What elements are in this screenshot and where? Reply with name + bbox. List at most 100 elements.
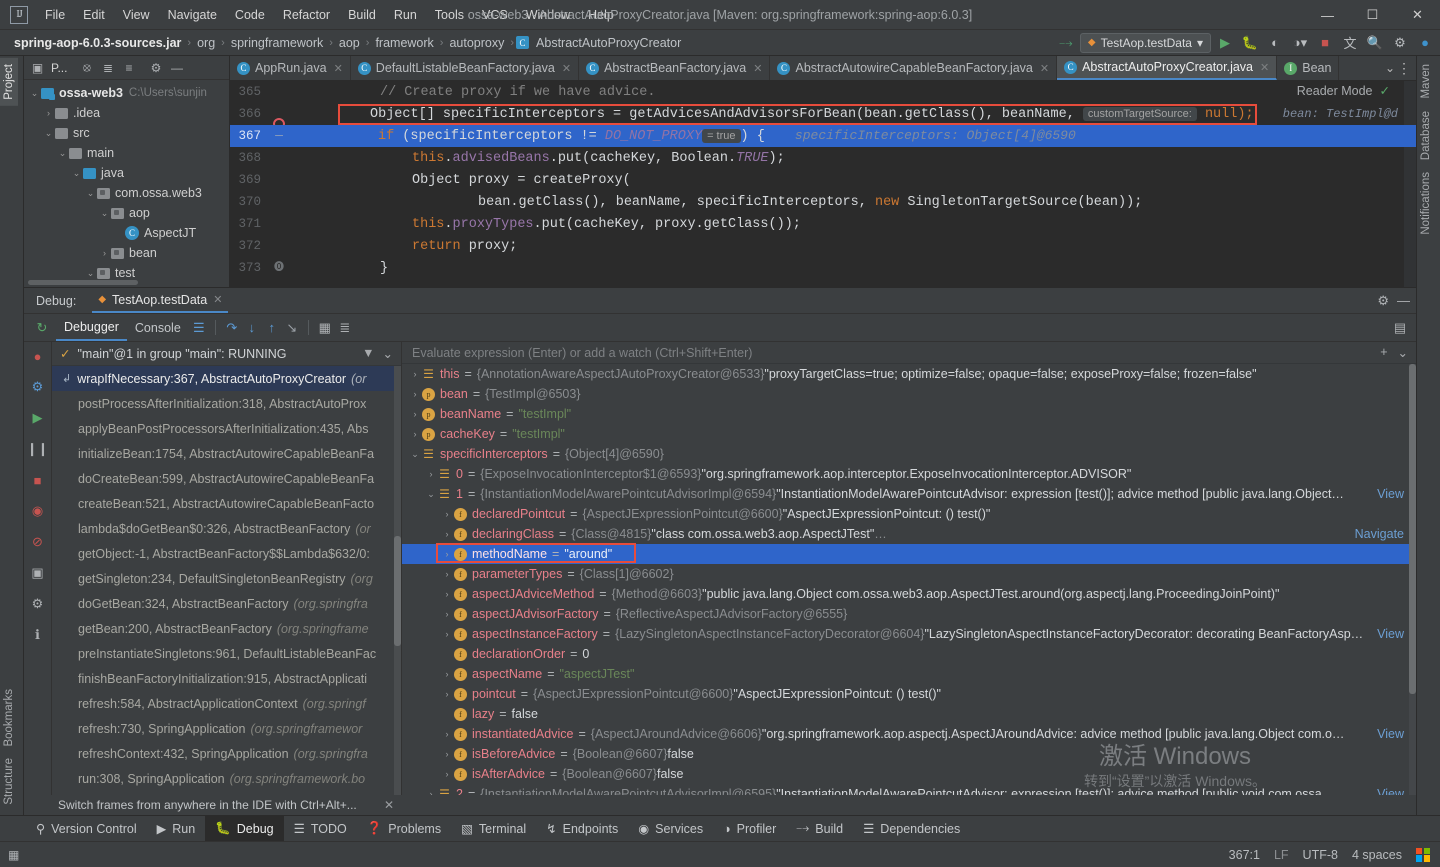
layout-icon[interactable]: ☰ xyxy=(189,318,209,338)
variable-row[interactable]: f declarationOrder = 0 xyxy=(402,644,1416,664)
variable-row[interactable]: › f aspectInstanceFactory = {LazySingletonAs… xyxy=(402,624,1416,644)
run-to-cursor-icon[interactable]: ↘ xyxy=(282,318,302,338)
frame-row[interactable]: getSingleton:234, DefaultSingletonBeanRe… xyxy=(52,566,394,591)
project-toolbar[interactable]: ▣ P... ⦻ ≣ ≡ ⚙ — xyxy=(24,56,229,80)
variable-row[interactable]: ⌄ ☰ 1 = {InstantiationModelAwarePointcutAdvi… xyxy=(402,484,1416,504)
chevron-right-icon[interactable]: › xyxy=(98,248,111,258)
variable-row[interactable]: › ☰ 2 = {InstantiationModelAwarePointcutAdvi… xyxy=(402,784,1416,795)
debugger-toolbar[interactable]: ↻ Debugger Console ☰ ↷ ↓ ↑ ↘ ▦ ≣ ▤ xyxy=(24,314,1416,342)
rerun-icon[interactable]: ↻ xyxy=(28,318,56,338)
tab-console[interactable]: Console xyxy=(127,315,189,341)
sidebar-tab-structure[interactable]: Structure xyxy=(0,752,18,811)
close-icon[interactable]: ✕ xyxy=(562,62,571,75)
frames-scroll-thumb[interactable] xyxy=(394,536,401,646)
chevron-right-icon[interactable]: › xyxy=(440,589,454,599)
frame-row[interactable]: applyBeanPostProcessorsAfterInitializati… xyxy=(52,416,394,441)
editor-tab-bar[interactable]: C AppRun.java ✕ C DefaultListableBeanFac… xyxy=(230,56,1416,81)
bottom-tab-services[interactable]: ◉ Services xyxy=(628,816,713,842)
tab-abstractautoproxycreator[interactable]: C AbstractAutoProxyCreator.java ✕ xyxy=(1057,56,1278,80)
view-link[interactable]: Navigate xyxy=(1355,527,1404,541)
chevron-down-icon[interactable]: ⌄ xyxy=(84,268,97,279)
chevron-down-icon[interactable]: ⌄ xyxy=(56,148,69,159)
tree-item-package-root[interactable]: ⌄ com.ossa.web3 xyxy=(24,183,229,203)
sidebar-tab-project[interactable]: Project xyxy=(0,58,18,106)
chevron-right-icon[interactable]: › xyxy=(440,549,454,559)
status-right[interactable]: 367:1 LF UTF-8 4 spaces xyxy=(1229,847,1430,862)
close-icon[interactable]: ✕ xyxy=(334,62,343,75)
breadcrumb-aop[interactable]: aop xyxy=(335,35,364,51)
bottom-tab-version-control[interactable]: ⚲ Version Control xyxy=(26,816,147,842)
sidebar-tab-maven[interactable]: Maven xyxy=(1417,58,1435,105)
caret-position[interactable]: 367:1 xyxy=(1229,848,1260,862)
settings-gear-icon[interactable]: ⚙ xyxy=(1389,33,1411,53)
chevron-down-icon[interactable]: ⌄ xyxy=(1398,345,1408,360)
chevron-right-icon[interactable]: › xyxy=(440,529,454,539)
chevron-right-icon[interactable]: › xyxy=(408,409,422,419)
frame-row[interactable]: refresh:584, AbstractApplicationContext (… xyxy=(52,691,394,716)
settings-list-icon[interactable]: ≣ xyxy=(335,318,355,338)
debugger-side-actions[interactable]: ● ⚙ ▶ ❙❙ ■ ◉ ⊘ ▣ ⚙ ℹ xyxy=(24,342,52,795)
settings-gear-icon[interactable]: ⚙ xyxy=(146,58,165,77)
tree-item-src[interactable]: ⌄ src xyxy=(24,123,229,143)
code-line[interactable]: 370 bean.getClass(), beanName, specificI… xyxy=(230,191,1416,213)
frame-row[interactable]: initializeBean:1754, AbstractAutowireCap… xyxy=(52,441,394,466)
view-breakpoints-icon[interactable]: ⚙ xyxy=(28,377,48,397)
editor-tab-actions[interactable]: ⌄ ⋮ xyxy=(1379,56,1416,80)
frame-row[interactable]: preInstantiateSingletons:961, DefaultLis… xyxy=(52,641,394,666)
menu-item-navigate[interactable]: Navigate xyxy=(159,4,226,26)
frame-row[interactable]: finishBeanFactoryInitialization:915, Abs… xyxy=(52,666,394,691)
run-coverage-icon[interactable]: ◐ xyxy=(1264,33,1286,53)
chevron-right-icon[interactable]: › xyxy=(440,729,454,739)
reader-mode-indicator[interactable]: Reader Mode ✓ xyxy=(1297,83,1390,99)
menu-item-tools[interactable]: Tools xyxy=(426,4,473,26)
chevron-right-icon[interactable]: › xyxy=(440,569,454,579)
bottom-tab-run[interactable]: ▶ Run xyxy=(147,816,206,842)
locate-icon[interactable]: ⦻ xyxy=(77,58,96,77)
gutter-marker[interactable]: ─ xyxy=(268,125,290,147)
tree-item-main[interactable]: ⌄ main xyxy=(24,143,229,163)
pause-program-icon[interactable]: ❙❙ xyxy=(27,439,49,459)
variable-row[interactable]: › f methodName = "around" xyxy=(402,544,1416,564)
menu-bar[interactable]: File Edit View Navigate Code Refactor Bu… xyxy=(36,4,623,26)
chevron-down-icon[interactable]: ⌄ xyxy=(84,188,97,199)
variable-row[interactable]: › f aspectJAdvisorFactory = {ReflectiveAspec… xyxy=(402,604,1416,624)
chevron-down-icon[interactable]: ⌄ xyxy=(383,346,393,361)
frame-row[interactable]: createBean:521, AbstractAutowireCapableB… xyxy=(52,491,394,516)
variable-row[interactable]: › f pointcut = {AspectJExpressionPointcut@66… xyxy=(402,684,1416,704)
menu-item-run[interactable]: Run xyxy=(385,4,426,26)
sidebar-tab-bookmarks[interactable]: Bookmarks xyxy=(0,683,18,753)
right-tool-strip[interactable]: Maven Database Notifications xyxy=(1416,56,1440,815)
sidebar-tab-notifications[interactable]: Notifications xyxy=(1417,166,1435,241)
frame-row[interactable]: ↲ wrapIfNecessary:367, AbstractAutoProxy… xyxy=(52,366,394,391)
menu-item-file[interactable]: File xyxy=(36,4,74,26)
tab-abstractbeanfactory[interactable]: C AbstractBeanFactory.java ✕ xyxy=(579,56,771,80)
left-tool-strip[interactable]: Project Structure Bookmarks xyxy=(0,56,24,815)
breadcrumb-framework[interactable]: framework xyxy=(371,35,437,51)
close-icon[interactable]: ✕ xyxy=(213,293,222,306)
more-options-icon[interactable]: ⋮ xyxy=(1397,60,1411,77)
chevron-down-icon[interactable]: ⌄ xyxy=(70,168,83,179)
close-button[interactable]: ✕ xyxy=(1395,0,1440,30)
frames-head-actions[interactable]: ▼ ⌄ xyxy=(362,346,401,361)
view-link[interactable]: View xyxy=(1377,727,1404,741)
frame-row[interactable]: refreshContext:432, SpringApplication (or… xyxy=(52,741,394,766)
line-separator[interactable]: LF xyxy=(1274,848,1289,862)
bottom-tab-terminal[interactable]: ▧ Terminal xyxy=(451,816,536,842)
variables-scrollbar[interactable] xyxy=(1409,364,1416,795)
code-line-current[interactable]: 367 ─ if (specificInterceptors != DO_NOT… xyxy=(230,125,1416,147)
hide-panel-icon[interactable]: — xyxy=(1397,293,1410,309)
bottom-tab-endpoints[interactable]: ↯ Endpoints xyxy=(536,816,628,842)
attach-process-icon[interactable]: ◉ xyxy=(28,501,48,521)
code-line[interactable]: 365 // Create proxy if we have advice. xyxy=(230,81,1416,103)
minimize-button[interactable]: — xyxy=(1305,0,1350,30)
project-horizontal-scrollbar[interactable] xyxy=(28,280,138,285)
code-line[interactable]: 368 this.advisedBeans.put(cacheKey, Bool… xyxy=(230,147,1416,169)
chevron-right-icon[interactable]: › xyxy=(424,469,438,479)
code-line[interactable]: 372 return proxy; xyxy=(230,235,1416,257)
status-left[interactable]: ▦ xyxy=(8,848,19,862)
variables-tree[interactable]: › ☰ this = {AnnotationAwareAspectJAutoProxyC… xyxy=(402,364,1416,795)
settings-gear-icon[interactable]: ⚙ xyxy=(28,594,48,614)
help-icon[interactable]: ℹ xyxy=(28,625,48,645)
debug-icon[interactable]: 🐛 xyxy=(1239,33,1261,53)
chevron-right-icon[interactable]: › xyxy=(408,389,422,399)
